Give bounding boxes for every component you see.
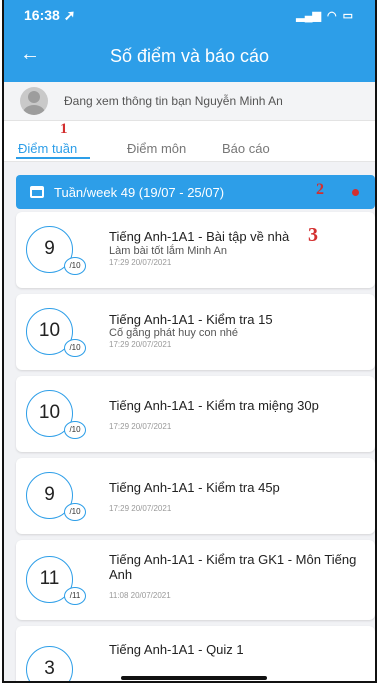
app-bar: 16:38 ➚ ▂▄▆ ◠ ▭ ← Số điểm và báo cáo: [4, 0, 375, 82]
score-max: /10: [64, 421, 86, 439]
score-time: 17:29 20/07/2021: [109, 504, 172, 513]
close-dot-icon[interactable]: [352, 189, 359, 196]
avatar: [20, 87, 48, 115]
calendar-icon: [30, 186, 44, 198]
location-arrow-icon: ➚: [63, 6, 76, 23]
status-icons: ▂▄▆ ◠ ▭: [296, 9, 353, 22]
score-card[interactable]: 3 Tiếng Anh-1A1 - Quiz 1: [16, 626, 375, 681]
tab-bar: 1 Điểm tuần Điểm môn Báo cáo: [4, 121, 375, 162]
score-card[interactable]: 10 /10 Tiếng Anh-1A1 - Kiểm tra miệng 30…: [16, 376, 375, 452]
score-time: 17:29 20/07/2021: [109, 258, 172, 267]
signal-icon: ▂▄▆: [296, 9, 321, 22]
annotation-marker-3: 3: [308, 224, 318, 246]
score-title: Tiếng Anh-1A1 - Kiểm tra 45p: [109, 480, 280, 495]
active-tab-indicator: [16, 157, 90, 159]
tab-weekly-scores[interactable]: Điểm tuần: [18, 141, 77, 156]
battery-icon: ▭: [342, 9, 353, 22]
wifi-icon: ◠: [326, 9, 337, 22]
home-indicator: [121, 676, 267, 680]
status-bar: 16:38 ➚ ▂▄▆ ◠ ▭: [4, 0, 375, 30]
current-student-row: Đang xem thông tin bạn Nguyễn Minh An: [4, 82, 375, 121]
viewing-student-text: Đang xem thông tin bạn Nguyễn Minh An: [64, 94, 283, 108]
page-title: Số điểm và báo cáo: [109, 45, 270, 66]
score-time: 11:08 20/07/2021: [109, 591, 171, 600]
score-circle: 3: [26, 646, 73, 681]
score-max: /10: [64, 339, 86, 357]
score-max: /10: [64, 257, 86, 275]
annotation-marker-2: 2: [316, 181, 324, 198]
score-title: Tiếng Anh-1A1 - Bài tập về nhà: [109, 229, 290, 244]
score-time: 17:29 20/07/2021: [109, 340, 172, 349]
status-time: 16:38 ➚: [24, 6, 76, 23]
score-title: Tiếng Anh-1A1 - Quiz 1: [109, 642, 244, 657]
week-selector[interactable]: Tuần/week 49 (19/07 - 25/07) 2: [16, 175, 375, 209]
score-max: /11: [64, 587, 86, 605]
score-comment: Làm bài tốt lắm Minh An: [109, 245, 228, 257]
score-comment: Cố gắng phát huy con nhé: [109, 327, 239, 339]
phone-screen: 16:38 ➚ ▂▄▆ ◠ ▭ ← Số điểm và báo cáo Đan…: [2, 0, 377, 683]
score-card[interactable]: 10 /10 Tiếng Anh-1A1 - Kiểm tra 15 Cố gắ…: [16, 294, 375, 370]
score-card[interactable]: 11 /11 Tiếng Anh-1A1 - Kiểm tra GK1 - Mô…: [16, 540, 375, 620]
tab-reports[interactable]: Báo cáo: [222, 141, 270, 156]
week-label: Tuần/week 49 (19/07 - 25/07): [54, 184, 225, 200]
score-card[interactable]: 9 /10 Tiếng Anh-1A1 - Bài tập về nhà Làm…: [16, 212, 375, 288]
score-max: /10: [64, 503, 86, 521]
header: ← Số điểm và báo cáo: [4, 30, 375, 82]
score-title: Tiếng Anh-1A1 - Kiểm tra miệng 30p: [109, 398, 319, 413]
back-arrow-icon[interactable]: ←: [20, 44, 40, 64]
score-title: Tiếng Anh-1A1 - Kiểm tra GK1 - Môn Tiếng…: [109, 552, 357, 582]
score-title: Tiếng Anh-1A1 - Kiểm tra 15: [109, 312, 273, 327]
score-card[interactable]: 9 /10 Tiếng Anh-1A1 - Kiểm tra 45p 17:29…: [16, 458, 375, 534]
tab-subject-scores[interactable]: Điểm môn: [127, 141, 186, 156]
annotation-marker-1: 1: [60, 121, 68, 137]
score-time: 17:29 20/07/2021: [109, 422, 172, 431]
